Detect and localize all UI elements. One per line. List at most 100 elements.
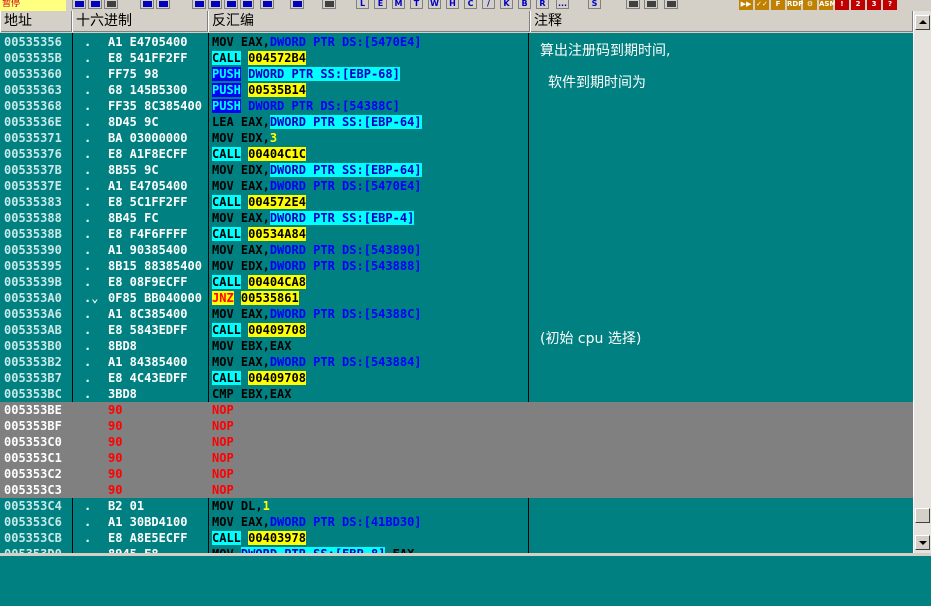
- window-button-3[interactable]: M: [392, 0, 405, 9]
- header-disassembly[interactable]: 反汇编: [208, 11, 530, 32]
- instruction-operand: 004572E4: [248, 195, 306, 209]
- trace-into-button[interactable]: [224, 0, 238, 9]
- go-to-address-button[interactable]: [322, 0, 336, 9]
- window-button-5[interactable]: W: [428, 0, 441, 9]
- row-disassembly: CALL 00404CA8: [212, 274, 526, 290]
- table-row[interactable]: 005353C1 90 NOP: [0, 450, 913, 466]
- table-row[interactable]: 00535371. BA 03000000 MOV EDX,3: [0, 130, 913, 146]
- window-button-6[interactable]: H: [446, 0, 459, 9]
- table-row[interactable]: 005353A6. A1 8C385400 MOV EAX,DWORD PTR DS…: [0, 306, 913, 322]
- table-row[interactable]: 0053538B. E8 F4F6FFFF CALL 00534A84: [0, 226, 913, 242]
- disassembly-listing[interactable]: 00535356. A1 E4705400 MOV EAX,DWORD PTR DS…: [0, 33, 913, 553]
- scroll-down-button[interactable]: [915, 535, 930, 550]
- plugin-button-10[interactable]: ?: [883, 0, 897, 10]
- table-row[interactable]: 005353C0 90 NOP: [0, 434, 913, 450]
- plugin-button-9[interactable]: 3: [867, 0, 881, 10]
- table-row[interactable]: 005353A0 .⌄ 0F85 BB040000 JNZ 00535861: [0, 290, 913, 306]
- table-row[interactable]: 0053537E. A1 E4705400 MOV EAX,DWORD PTR DS…: [0, 178, 913, 194]
- plugin-button-4[interactable]: RDP: [787, 0, 803, 10]
- window-button-7[interactable]: C: [464, 0, 477, 9]
- window-button-4[interactable]: T: [410, 0, 423, 9]
- instruction-mnemonic: PUSH: [212, 67, 241, 81]
- row-marker: .: [84, 83, 92, 97]
- table-row[interactable]: 00535376. E8 A1F8ECFF CALL 00404C1C: [0, 146, 913, 162]
- table-row[interactable]: 005353C6. A1 30BD4100 MOV EAX,DWORD PTR DS…: [0, 514, 913, 530]
- table-row[interactable]: 0053537B. 8B55 9C MOV EDX,DWORD PTR SS:[EB…: [0, 162, 913, 178]
- table-row[interactable]: 00535356. A1 E4705400 MOV EAX,DWORD PTR DS…: [0, 34, 913, 50]
- window-button-11[interactable]: R: [536, 0, 549, 9]
- table-row[interactable]: 005353B7. E8 4C43EDFF CALL 00409708: [0, 370, 913, 386]
- window-button-12[interactable]: ...: [556, 0, 569, 9]
- row-marker: .: [84, 387, 92, 401]
- table-row[interactable]: 00535383. E8 5C1FF2FF CALL 004572E4: [0, 194, 913, 210]
- table-row[interactable]: 005353D0.8945 F8 MOV DWORD PTR SS:[EBP-8]…: [0, 546, 913, 553]
- window-button-10[interactable]: B: [518, 0, 531, 9]
- header-hex[interactable]: 十六进制: [72, 11, 208, 32]
- open-button[interactable]: [72, 0, 86, 9]
- table-row[interactable]: 005353B0. 8BD8 MOV EBX,EAX: [0, 338, 913, 354]
- table-row[interactable]: 005353C3 90 NOP: [0, 482, 913, 498]
- scroll-thumb[interactable]: [915, 508, 930, 523]
- row-disassembly: MOV EDX,3: [212, 130, 526, 146]
- step-over-button[interactable]: [208, 0, 222, 9]
- help-button[interactable]: [664, 0, 678, 9]
- table-row[interactable]: 00535360. FF75 98 PUSH DWORD PTR SS:[EBP-6…: [0, 66, 913, 82]
- plugin-button-5[interactable]: ⚙: [803, 0, 817, 10]
- window-button-8[interactable]: /: [482, 0, 495, 9]
- window-button-2[interactable]: E: [374, 0, 387, 9]
- pause-button[interactable]: [156, 0, 170, 9]
- row-marker: .: [84, 99, 92, 113]
- table-row[interactable]: 00535363. 68 145B5300 PUSH 00535B14: [0, 82, 913, 98]
- row-marker: [84, 418, 106, 434]
- row-hex-bytes: A1 E4705400: [108, 179, 188, 193]
- execute-till-return-button[interactable]: [260, 0, 274, 9]
- plugin-button-1[interactable]: ▶▶: [739, 0, 753, 10]
- row-marker: .: [84, 515, 92, 529]
- table-row[interactable]: 005353BC. 3BD8 CMP EBX,EAX: [0, 386, 913, 402]
- plugin-button-2[interactable]: ✓✓: [755, 0, 769, 10]
- goto-button[interactable]: [290, 0, 304, 9]
- table-row[interactable]: 00535395. 8B15 88385400 MOV EDX,DWORD PTR …: [0, 258, 913, 274]
- row-marker: .: [84, 531, 92, 545]
- rewind-button[interactable]: [88, 0, 102, 9]
- table-row[interactable]: 005353AB. E8 5843EDFF CALL 00409708: [0, 322, 913, 338]
- table-row[interactable]: 0053536E. 8D45 9C LEA EAX,DWORD PTR SS:[EB…: [0, 114, 913, 130]
- window-button-1[interactable]: L: [356, 0, 369, 9]
- instruction-mnemonic: CALL: [212, 195, 241, 209]
- window-button-9[interactable]: K: [500, 0, 513, 9]
- table-row[interactable]: 005353BF 90 NOP: [0, 418, 913, 434]
- row-marker: .: [84, 67, 92, 81]
- plugin-button-3[interactable]: F: [771, 0, 785, 10]
- row-hex-bytes: A1 90385400: [108, 243, 188, 257]
- table-row[interactable]: 005353BE 90 NOP: [0, 402, 913, 418]
- plugin-button-6[interactable]: ASM: [819, 0, 836, 10]
- plugin-button-8[interactable]: 2: [851, 0, 865, 10]
- table-row[interactable]: 00535390. A1 90385400 MOV EAX,DWORD PTR DS…: [0, 242, 913, 258]
- instruction-operand: DWORD PTR DS:[5470E4]: [269, 35, 422, 49]
- table-row[interactable]: 00535388. 8B45 FC MOV EAX,DWORD PTR SS:[EB…: [0, 210, 913, 226]
- row-disassembly: CALL 00404C1C: [212, 146, 526, 162]
- window-button-13[interactable]: S: [588, 0, 601, 9]
- options-button[interactable]: [626, 0, 640, 9]
- vertical-scrollbar[interactable]: [913, 11, 931, 553]
- table-row[interactable]: 00535368. FF35 8C385400 PUSH DWORD PTR DS:…: [0, 98, 913, 114]
- scroll-up-button[interactable]: [915, 15, 930, 30]
- table-row[interactable]: 0053539B. E8 08F9ECFF CALL 00404CA8: [0, 274, 913, 290]
- table-row[interactable]: 005353C4. B2 01 MOV DL,1: [0, 498, 913, 514]
- run-button[interactable]: [140, 0, 154, 9]
- plugin-button-7[interactable]: !: [835, 0, 849, 10]
- close-button[interactable]: [104, 0, 118, 9]
- header-address[interactable]: 地址: [0, 11, 72, 32]
- table-row[interactable]: 005353C2 90 NOP: [0, 466, 913, 482]
- row-marker: .: [84, 546, 106, 553]
- step-into-button[interactable]: [192, 0, 206, 9]
- row-hex-bytes: 0F85 BB040000: [108, 291, 202, 305]
- header-comment[interactable]: 注释: [530, 11, 913, 32]
- list-button[interactable]: [644, 0, 658, 9]
- row-marker: .: [84, 371, 92, 385]
- table-row[interactable]: 0053535B. E8 541FF2FF CALL 004572B4: [0, 50, 913, 66]
- trace-over-button[interactable]: [240, 0, 254, 9]
- row-disassembly: CALL 004572B4: [212, 50, 526, 66]
- table-row[interactable]: 005353B2. A1 84385400 MOV EAX,DWORD PTR DS…: [0, 354, 913, 370]
- table-row[interactable]: 005353CB. E8 A8E5ECFF CALL 00403978: [0, 530, 913, 546]
